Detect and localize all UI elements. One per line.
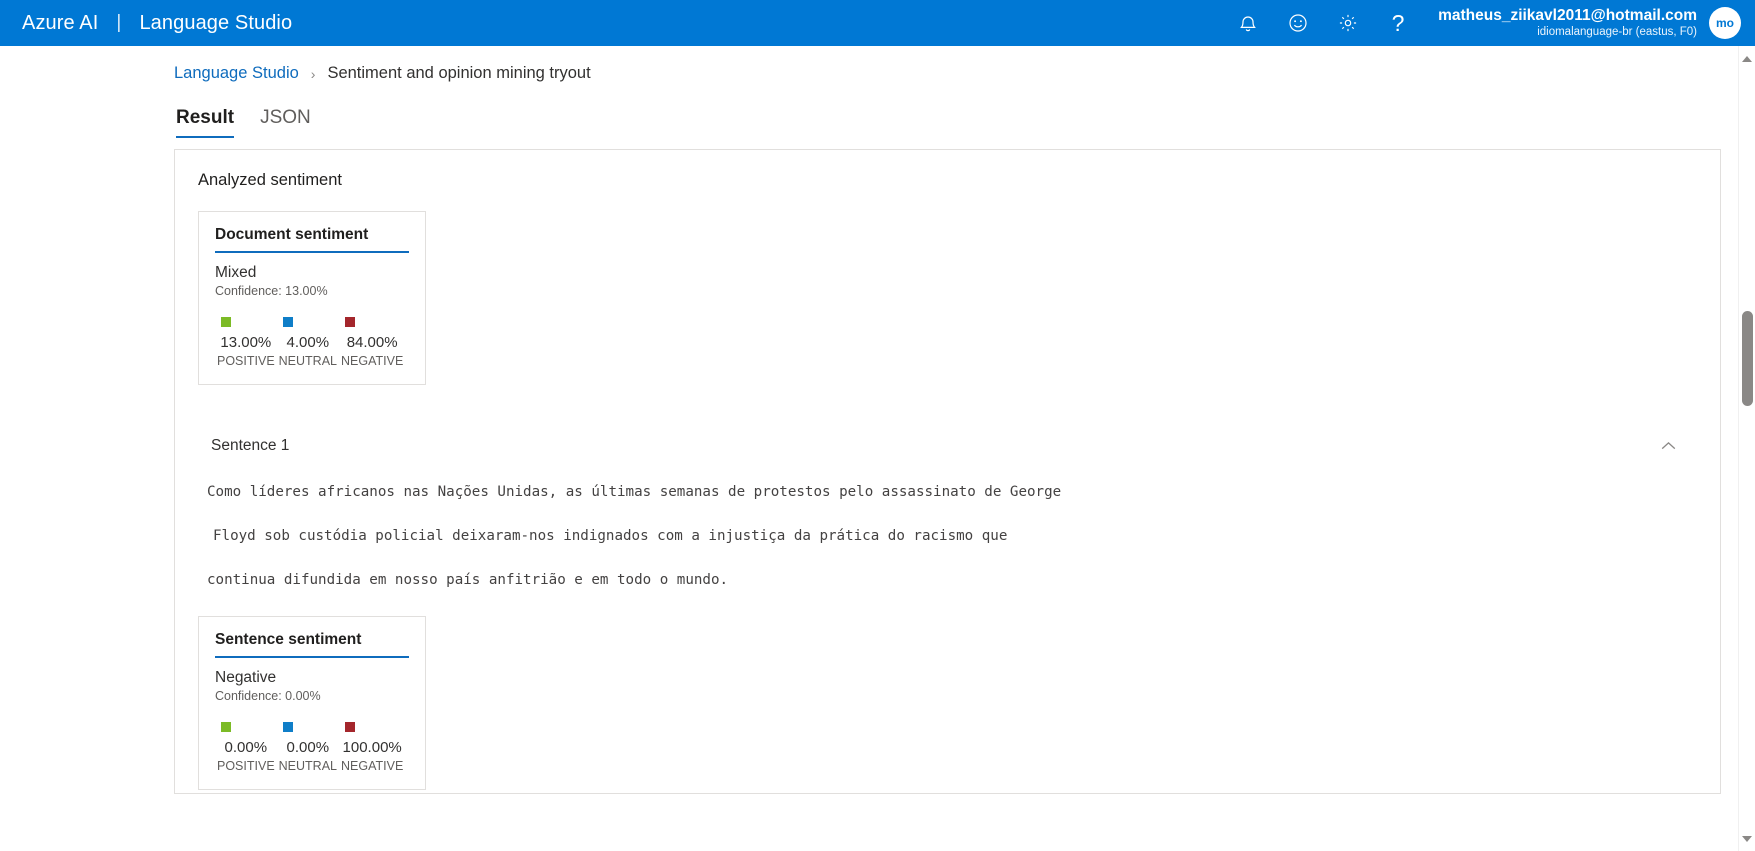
breadcrumb-current-page: Sentiment and opinion mining tryout — [327, 64, 591, 82]
document-sentiment-legend: 13.00% POSITIVE 4.00% NEUTRAL 84.00% NEG… — [215, 317, 409, 368]
sentence-text-body: Como líderes africanos nas Nações Unidas… — [175, 484, 1720, 588]
sentence-sentiment-confidence: Confidence: 0.00% — [215, 689, 321, 703]
negative-value: 84.00% — [346, 334, 398, 351]
help-question-icon[interactable]: ? — [1386, 11, 1410, 35]
help-glyph: ? — [1391, 9, 1405, 36]
negative-label: NEGATIVE — [341, 759, 404, 773]
sentence-line-1: Como líderes africanos nas Nações Unidas… — [207, 484, 1062, 500]
sentence-sentiment-heading: Sentence sentiment — [215, 631, 409, 658]
scroll-down-arrow-icon[interactable] — [1739, 830, 1755, 847]
positive-label: POSITIVE — [217, 354, 275, 368]
sentence-header: Sentence 1 — [175, 432, 1720, 460]
brand-area: Azure AI | Language Studio — [22, 12, 292, 35]
sentence-sentiment-legend: 0.00% POSITIVE 0.00% NEUTRAL 100.00% NEG… — [215, 722, 409, 773]
tab-json[interactable]: JSON — [260, 107, 311, 138]
breadcrumb-link-language-studio[interactable]: Language Studio — [174, 64, 299, 83]
document-sentiment-verdict: Mixed — [215, 264, 257, 281]
scrollbar-thumb[interactable] — [1742, 311, 1753, 406]
sentence-sentiment-card: Sentence sentiment Negative Confidence: … — [198, 616, 426, 790]
negative-swatch-icon — [345, 317, 355, 327]
positive-label: POSITIVE — [217, 759, 275, 773]
neutral-value: 0.00% — [286, 739, 330, 756]
document-sentiment-confidence: Confidence: 13.00% — [215, 284, 328, 298]
tab-result[interactable]: Result — [176, 107, 235, 138]
document-sentiment-heading: Document sentiment — [215, 226, 409, 253]
positive-swatch-icon — [221, 317, 231, 327]
page-body: Language Studio › Sentiment and opinion … — [0, 46, 1755, 851]
legend-item-neutral: 0.00% NEUTRAL — [277, 722, 339, 773]
neutral-swatch-icon — [282, 722, 293, 732]
positive-value: 13.00% — [220, 334, 272, 351]
neutral-value: 4.00% — [286, 334, 330, 351]
sentence-line-2: Floyd sob custódia policial deixaram-nos… — [213, 528, 1008, 544]
sentence-line-3: continua difundida em nosso país anfitri… — [207, 572, 729, 588]
negative-swatch-icon — [345, 722, 355, 732]
neutral-swatch-icon — [282, 317, 293, 327]
positive-value: 0.00% — [224, 739, 268, 756]
result-panel: Analyzed sentiment Document sentiment Mi… — [174, 149, 1721, 794]
negative-label: NEGATIVE — [341, 354, 404, 368]
legend-item-positive: 13.00% POSITIVE — [215, 317, 277, 368]
account-text: matheus_ziikavl2011@hotmail.com idiomala… — [1438, 7, 1697, 39]
neutral-label: NEUTRAL — [278, 354, 337, 368]
page-scrollbar[interactable] — [1738, 46, 1755, 851]
positive-swatch-icon — [221, 722, 231, 732]
account-area[interactable]: matheus_ziikavl2011@hotmail.com idiomala… — [1438, 7, 1741, 39]
brand-separator: | — [116, 12, 122, 33]
legend-item-negative: 100.00% NEGATIVE — [339, 722, 405, 773]
negative-value: 100.00% — [342, 739, 402, 756]
brand-language-studio[interactable]: Language Studio — [139, 12, 292, 35]
breadcrumb-chevron-icon: › — [310, 65, 316, 82]
legend-item-positive: 0.00% POSITIVE — [215, 722, 277, 773]
neutral-label: NEUTRAL — [278, 759, 337, 773]
account-resource: idiomalanguage-br (eastus, F0) — [1537, 25, 1697, 38]
chevron-up-icon[interactable] — [1654, 432, 1682, 460]
brand-azure-ai[interactable]: Azure AI — [22, 12, 98, 35]
tab-bar: Result JSON — [174, 107, 1721, 138]
document-sentiment-card: Document sentiment Mixed Confidence: 13.… — [198, 211, 426, 385]
legend-item-negative: 84.00% NEGATIVE — [339, 317, 405, 368]
top-navigation-bar: Azure AI | Language Studio ? matheus_zii… — [0, 0, 1755, 46]
avatar[interactable]: mo — [1709, 7, 1741, 39]
sentence-title: Sentence 1 — [211, 437, 290, 454]
notification-bell-icon[interactable] — [1236, 11, 1260, 35]
feedback-smiley-icon[interactable] — [1286, 11, 1310, 35]
scroll-up-arrow-icon[interactable] — [1739, 50, 1755, 67]
breadcrumb: Language Studio › Sentiment and opinion … — [174, 46, 1721, 83]
settings-gear-icon[interactable] — [1336, 11, 1360, 35]
page-title: Analyzed sentiment — [198, 171, 342, 189]
account-email: matheus_ziikavl2011@hotmail.com — [1438, 6, 1697, 24]
legend-item-neutral: 4.00% NEUTRAL — [277, 317, 339, 368]
topbar-icon-group: ? — [1236, 11, 1410, 35]
sentence-sentiment-verdict: Negative — [215, 669, 277, 686]
